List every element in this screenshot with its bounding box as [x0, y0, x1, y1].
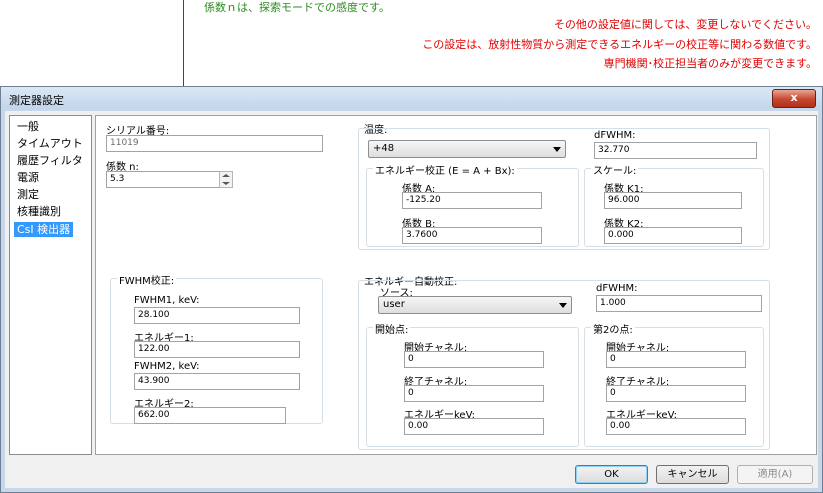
coef-a-field[interactable]: -125.20: [402, 192, 542, 209]
k2-field[interactable]: 0.000: [604, 227, 742, 244]
temperature-select[interactable]: +48: [368, 140, 566, 158]
energy1-field[interactable]: 122.00: [134, 341, 300, 358]
dialog-client: 一般 タイムアウト 履歴フィルタ 電源 測定 核種識別 CsI 検出器 シリアル…: [5, 111, 818, 488]
nav-item-nuclide-id[interactable]: 核種識別: [14, 204, 64, 219]
warning-note-1: その他の設定値に関しては、変更しないでください。: [553, 18, 817, 31]
warning-note-2: この設定は、放射性物質から測定できるエネルギーの校正等に関わる数値です。: [422, 38, 817, 51]
dfwhm1-label: dFWHM:: [594, 130, 636, 141]
chevron-down-icon: [559, 303, 567, 308]
end-ch-field[interactable]: 0: [404, 385, 544, 402]
coef-n-spinner[interactable]: [219, 171, 233, 188]
second-end-ch-field[interactable]: 0: [606, 385, 746, 402]
coef-b-field[interactable]: 3.7600: [402, 227, 542, 244]
source-select[interactable]: user: [378, 296, 572, 314]
close-button[interactable]: x: [772, 89, 816, 108]
spin-down-icon[interactable]: [222, 182, 230, 185]
k1-field[interactable]: 96.000: [604, 192, 742, 209]
coef-n-field[interactable]: 5.3: [106, 171, 232, 188]
start-ch-field[interactable]: 0: [404, 351, 544, 368]
warning-note-3: 専門機関･校正担当者のみが変更できます。: [603, 57, 817, 70]
nav-item-timeout[interactable]: タイムアウト: [14, 136, 86, 151]
fwhm2-label: FWHM2, keV:: [134, 361, 200, 372]
kev-field[interactable]: 0.00: [404, 418, 544, 435]
spin-up-icon[interactable]: [222, 174, 230, 177]
energy-cal-title: エネルギー校正 (E = A + Bx):: [373, 162, 517, 177]
dfwhm1-field[interactable]: 32.770: [594, 142, 757, 159]
category-list: 一般 タイムアウト 履歴フィルタ 電源 測定 核種識別 CsI 検出器: [9, 115, 92, 455]
fwhm-cal-title: FWHM校正:: [117, 272, 177, 287]
nav-item-history-filter[interactable]: 履歴フィルタ: [14, 153, 86, 168]
start-point-title: 開始点:: [373, 321, 411, 336]
coef-n-note: 係数ｎは、探索モードでの感度です。: [204, 1, 390, 14]
second-point-title: 第2の点:: [591, 321, 635, 336]
title-bar[interactable]: 測定器設定 x: [1, 87, 822, 109]
temperature-value: +48: [373, 143, 395, 154]
nav-item-measurement[interactable]: 測定: [14, 187, 42, 202]
settings-dialog: 測定器設定 x 一般 タイムアウト 履歴フィルタ 電源 測定 核種識別 CsI …: [0, 86, 823, 493]
ok-button[interactable]: OK: [575, 465, 648, 484]
nav-item-csi-detector[interactable]: CsI 検出器: [14, 222, 74, 237]
dfwhm2-field[interactable]: 1.000: [596, 295, 762, 312]
window-title: 測定器設定: [9, 94, 64, 107]
nav-item-power[interactable]: 電源: [14, 170, 42, 185]
scale-title: スケール:: [591, 162, 639, 177]
fwhm1-label: FWHM1, keV:: [134, 295, 200, 306]
dfwhm2-label: dFWHM:: [596, 283, 638, 294]
second-start-ch-field[interactable]: 0: [606, 351, 746, 368]
serial-field: 11019: [106, 135, 323, 152]
energy2-field[interactable]: 662.00: [134, 407, 286, 424]
fwhm1-field[interactable]: 28.100: [134, 307, 300, 324]
second-kev-field[interactable]: 0.00: [606, 418, 746, 435]
cancel-button[interactable]: キャンセル: [656, 465, 729, 484]
fwhm2-field[interactable]: 43.900: [134, 373, 300, 390]
apply-button[interactable]: 適用(A): [737, 465, 813, 484]
chevron-down-icon: [553, 147, 561, 152]
nav-item-general[interactable]: 一般: [14, 119, 42, 134]
settings-panel: シリアル番号: 11019 係数 n: 5.3 温度: +48 dFWHM: 3…: [95, 115, 817, 455]
source-value: user: [383, 299, 405, 310]
